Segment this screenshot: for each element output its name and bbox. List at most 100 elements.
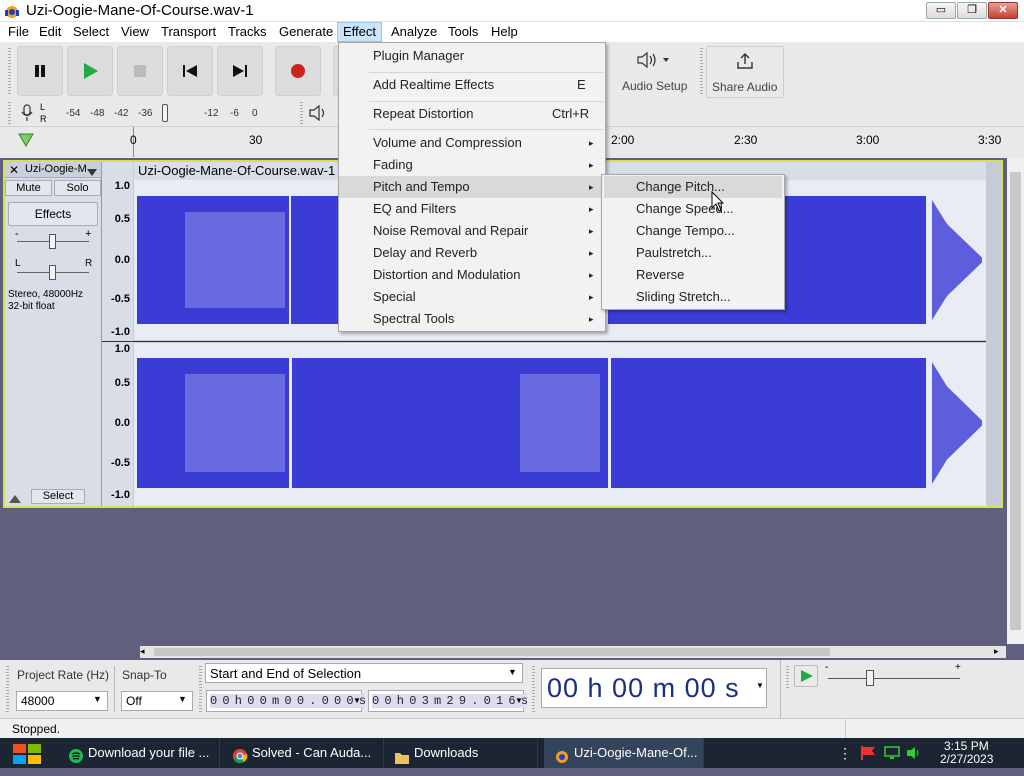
menu-item-plugin-manager[interactable]: Plugin Manager [339,45,605,67]
taskbar-item-downloads[interactable]: Downloads [388,738,538,768]
menu-item-change-speed[interactable]: Change Speed... [602,198,784,220]
microphone-icon[interactable] [20,104,34,125]
pan-slider-thumb[interactable] [49,265,56,280]
skip-to-start-button[interactable] [167,46,213,96]
menu-item-repeat-distortion[interactable]: Repeat Distortion Ctrl+R [339,103,605,125]
menu-item-special[interactable]: Special ▸ [339,286,605,308]
menu-file[interactable]: File [3,22,34,42]
volume-icon[interactable] [906,746,922,763]
selection-mode-value: Start and End of Selection [210,666,362,681]
project-rate-label: Project Rate (Hz) [17,668,110,682]
menu-item-spectral-tools[interactable]: Spectral Tools ▸ [339,308,605,330]
menu-analyze[interactable]: Analyze [386,22,442,42]
menu-item-reverse[interactable]: Reverse [602,264,784,286]
skip-to-end-button[interactable] [217,46,263,96]
track-menu-chevron-icon[interactable] [87,166,97,180]
menu-item-paulstretch[interactable]: Paulstretch... [602,242,784,264]
vertical-scroll-thumb[interactable] [1010,172,1021,630]
gain-slider-thumb[interactable] [49,234,56,249]
menu-item-fading[interactable]: Fading ▸ [339,154,605,176]
menu-help[interactable]: Help [486,22,523,42]
snap-to-select[interactable]: Off ▼ [121,691,193,711]
taskbar-item-download[interactable]: Download your file ... [60,738,220,768]
menu-select[interactable]: Select [68,22,114,42]
more-options-icon[interactable]: ⋮ [838,745,852,762]
horizontal-scrollbar[interactable]: ◂ ▸ [140,646,1006,658]
db-label: 1.0 [114,343,130,355]
close-button[interactable]: ✕ [988,2,1018,19]
vertical-scrollbar[interactable] [1007,158,1024,644]
share-audio-button[interactable]: Share Audio [706,46,784,98]
menu-item-sliding-stretch[interactable]: Sliding Stretch... [602,286,784,308]
time-display[interactable]: 00 h 00 m 00 s ▼ [541,668,767,708]
menu-item-volume-and-compression[interactable]: Volume and Compression ▸ [339,132,605,154]
flag-icon[interactable] [860,746,876,763]
menu-edit[interactable]: Edit [34,22,66,42]
toolbar-grip[interactable] [300,102,303,124]
play-icon [68,47,112,95]
menu-item-eq-and-filters[interactable]: EQ and Filters ▸ [339,198,605,220]
toolbar-grip[interactable] [532,666,535,712]
submenu-arrow-icon: ▸ [589,226,594,236]
speed-slider-track [828,678,960,679]
restore-button[interactable]: ❐ [957,2,987,19]
menu-transport[interactable]: Transport [156,22,221,42]
network-icon[interactable] [884,746,900,763]
menu-effect[interactable]: Effect [337,22,383,42]
start-button[interactable] [0,738,56,768]
menu-view[interactable]: View [116,22,154,42]
recording-meter[interactable]: -54 -48 -42 -36 -12 -6 0 [50,104,294,122]
menu-item-noise-removal-and-repair[interactable]: Noise Removal and Repair ▸ [339,220,605,242]
taskbar-item-audacity[interactable]: Uzi-Oogie-Mane-Of... [544,738,704,768]
play-at-speed-button[interactable] [794,665,818,687]
close-track-icon[interactable]: ✕ [9,163,19,177]
playback-speaker-icon[interactable] [308,104,328,124]
speed-slider-thumb[interactable] [866,670,874,686]
waveform-rms [185,374,285,472]
toolbar-grip[interactable] [6,666,9,712]
scroll-left-icon[interactable]: ◂ [140,646,145,657]
effects-button[interactable]: Effects [8,202,98,226]
timeline-play-head-icon[interactable] [18,133,34,150]
menu-item-pitch-and-tempo[interactable]: Pitch and Tempo ▸ [339,176,605,198]
menu-item-add-realtime-effects[interactable]: Add Realtime Effects E [339,74,605,96]
toolbar-grip[interactable] [786,666,789,688]
meter-slider-thumb[interactable] [162,104,168,122]
toolbar-grip[interactable] [199,666,202,712]
menu-tracks[interactable]: Tracks [223,22,272,42]
stop-button[interactable] [117,46,163,96]
horizontal-scroll-thumb[interactable] [154,648,830,656]
project-rate-select[interactable]: 48000 ▼ [16,691,108,711]
audio-setup-button[interactable]: Audio Setup [614,46,696,98]
clock-time: 3:15 PM [944,739,989,753]
selection-start-time[interactable]: 0 0 h 0 0 m 0 0 . 0 0 0 s ▼ [206,690,366,712]
taskbar-item-chrome[interactable]: Solved - Can Auda... [224,738,384,768]
toolbar-grip[interactable] [8,48,11,94]
toolbar-grip[interactable] [700,48,703,94]
minimize-button[interactable]: ▭ [926,2,956,19]
menu-item-delay-and-reverb[interactable]: Delay and Reverb ▸ [339,242,605,264]
menu-tools[interactable]: Tools [443,22,483,42]
toolbar-grip[interactable] [8,102,11,124]
waveform-rms [520,374,600,472]
menu-generate[interactable]: Generate [274,22,338,42]
meter-tick: -36 [138,108,153,119]
mute-button[interactable]: Mute [5,180,52,196]
pause-button[interactable] [17,46,63,96]
track-name-button[interactable]: Uzi-Oogie-M [25,163,87,175]
scroll-right-icon[interactable]: ▸ [994,646,999,657]
selection-mode-select[interactable]: Start and End of Selection ▼ [205,663,523,683]
chevron-down-icon: ▼ [515,696,523,705]
record-button[interactable] [275,46,321,96]
submenu-arrow-icon: ▸ [589,270,594,280]
taskbar-item-label: Download your file ... [88,745,210,760]
menu-item-shortcut: E [577,77,586,92]
menu-item-change-pitch[interactable]: Change Pitch... [604,176,782,198]
collapse-track-icon[interactable] [9,492,21,506]
selection-end-time[interactable]: 0 0 h 0 3 m 2 9 . 0 1 6 s ▼ [368,690,528,712]
menu-item-change-tempo[interactable]: Change Tempo... [602,220,784,242]
menu-item-distortion-and-modulation[interactable]: Distortion and Modulation ▸ [339,264,605,286]
play-button[interactable] [67,46,113,96]
solo-button[interactable]: Solo [54,180,101,196]
select-track-button[interactable]: Select [31,489,85,504]
